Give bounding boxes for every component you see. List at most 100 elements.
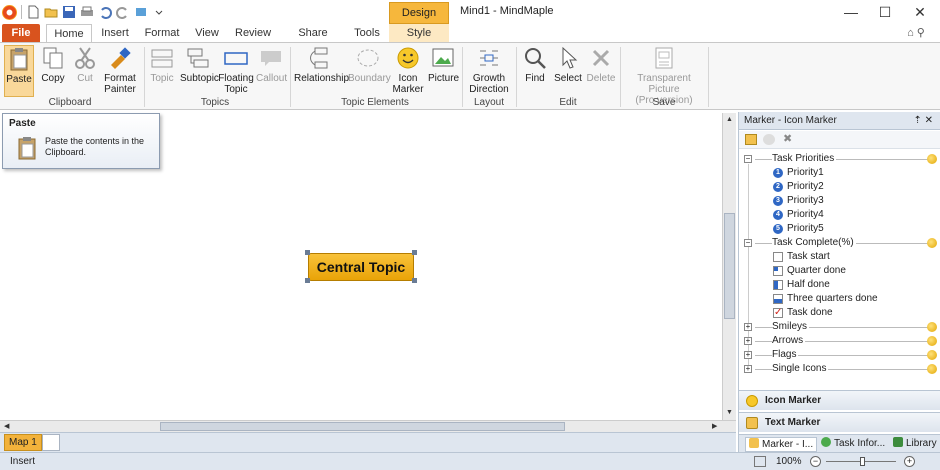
category-single-icons[interactable]: + Single Icons [739, 362, 939, 376]
cut-label: Cut [77, 73, 93, 84]
resize-handle[interactable] [305, 278, 310, 283]
select-button[interactable]: Select [552, 45, 584, 84]
zoom-in-button[interactable]: + [904, 456, 915, 467]
zoom-slider-thumb[interactable] [860, 457, 865, 466]
vertical-scrollbar[interactable]: ▲ ▼ [722, 113, 736, 420]
copy-button[interactable]: Copy [38, 45, 68, 84]
tab-insert[interactable]: Insert [98, 24, 132, 42]
list-item[interactable]: Half done [739, 278, 939, 292]
zoom-out-button[interactable]: − [810, 456, 821, 467]
undo-icon[interactable] [98, 5, 112, 19]
section-icon-marker[interactable]: Icon Marker [739, 390, 940, 410]
list-item[interactable]: 1 Priority1 [739, 166, 939, 180]
growth-direction-label-2: Direction [469, 84, 509, 95]
resize-handle[interactable] [412, 278, 417, 283]
relationship-button[interactable]: Relationship [294, 45, 349, 84]
resize-handle[interactable] [305, 250, 310, 255]
minimize-button[interactable]: — [836, 2, 866, 22]
panel-tab-marker[interactable]: Marker - I... [745, 437, 818, 452]
new-map-tab-icon[interactable] [42, 434, 60, 451]
print-icon[interactable] [80, 5, 94, 19]
find-button[interactable]: Find [520, 45, 550, 84]
floating-topic-label: Floating [218, 73, 254, 84]
category-task-priorities[interactable]: − Task Priorities [739, 152, 939, 166]
panel-title: Marker - Icon Marker [744, 115, 837, 126]
delete-marker-icon[interactable]: ✖ [783, 132, 792, 145]
delete-button[interactable]: Delete [586, 45, 616, 84]
cut-button[interactable]: Cut [72, 45, 98, 84]
expand-icon[interactable]: + [744, 351, 752, 359]
paintbrush-icon [111, 47, 131, 69]
new-document-icon[interactable] [26, 5, 40, 19]
fit-map-icon[interactable] [754, 456, 766, 467]
save-icon[interactable] [62, 5, 76, 19]
tab-review[interactable]: Review [235, 24, 271, 42]
customize-icon[interactable] [134, 5, 148, 19]
expand-icon[interactable]: + [744, 365, 752, 373]
panel-pin-close[interactable]: ⇡ ✕ [913, 112, 933, 130]
redo-icon[interactable] [116, 5, 130, 19]
floating-topic-button[interactable]: Floating Topic [218, 45, 254, 95]
resize-handle[interactable] [412, 250, 417, 255]
tab-view[interactable]: View [194, 24, 220, 42]
callout-button[interactable]: Callout [256, 45, 287, 84]
category-task-complete[interactable]: − Task Complete(%) [739, 236, 939, 250]
scroll-up-icon[interactable]: ▲ [726, 116, 733, 123]
tab-format[interactable]: Format [143, 24, 181, 42]
map-tab[interactable]: Map 1 [4, 434, 42, 451]
scroll-left-icon[interactable]: ◀ [4, 422, 9, 430]
tab-tools[interactable]: Tools [352, 24, 382, 42]
divider [290, 47, 291, 107]
app-logo-icon[interactable] [2, 4, 17, 20]
section-label: Text Marker [765, 417, 821, 428]
list-item[interactable]: 2 Priority2 [739, 180, 939, 194]
list-item[interactable]: ✓ Task done [739, 306, 939, 320]
list-item[interactable]: Three quarters done [739, 292, 939, 306]
scroll-right-icon[interactable]: ▶ [712, 422, 717, 430]
chevron-down-icon[interactable] [152, 5, 166, 19]
edit-marker-icon[interactable] [763, 134, 775, 145]
horizontal-scrollbar[interactable]: ◀ ▶ [0, 420, 736, 432]
picture-button[interactable]: Picture [428, 45, 459, 84]
category-arrows[interactable]: + Arrows [739, 334, 939, 348]
collapse-icon[interactable]: − [744, 155, 752, 163]
list-item[interactable]: Quarter done [739, 264, 939, 278]
tab-home[interactable]: Home [46, 24, 92, 42]
category-label: Smileys [772, 320, 810, 334]
expand-icon[interactable]: + [744, 323, 752, 331]
paste-button[interactable]: Paste [4, 45, 34, 97]
panel-tab-library[interactable]: Library [893, 437, 937, 452]
close-button[interactable]: ✕ [905, 2, 935, 22]
central-topic[interactable]: Central Topic [308, 253, 414, 281]
list-item[interactable]: Task start [739, 250, 939, 264]
list-item[interactable]: 4 Priority4 [739, 208, 939, 222]
open-folder-icon[interactable] [44, 5, 58, 19]
boundary-button[interactable]: Boundary [348, 45, 391, 84]
add-marker-icon[interactable] [745, 134, 757, 145]
section-text-marker[interactable]: Text Marker [739, 412, 940, 432]
format-painter-button[interactable]: Format Painter [102, 45, 138, 95]
maximize-button[interactable]: ☐ [870, 2, 900, 22]
scroll-thumb[interactable] [160, 422, 565, 431]
item-label: Task done [787, 307, 833, 318]
collapse-icon[interactable]: − [744, 239, 752, 247]
subtopic-button[interactable]: Subtopic [180, 45, 219, 84]
tab-style[interactable]: Style [389, 24, 449, 42]
icon-marker-label-2: Marker [392, 84, 424, 95]
category-flags[interactable]: + Flags [739, 348, 939, 362]
help-icon[interactable]: ⌂ ⚲ [896, 24, 936, 42]
list-item[interactable]: 3 Priority3 [739, 194, 939, 208]
list-item[interactable]: 5 Priority5 [739, 222, 939, 236]
scroll-down-icon[interactable]: ▼ [726, 409, 733, 416]
tab-share[interactable]: Share (Beta) [286, 24, 340, 57]
item-label: Priority2 [787, 181, 824, 192]
scroll-thumb[interactable] [724, 213, 735, 319]
growth-direction-button[interactable]: Growth Direction [466, 45, 512, 95]
tab-file[interactable]: File [2, 24, 40, 42]
category-smileys[interactable]: + Smileys [739, 320, 939, 334]
icon-marker-button[interactable]: Icon Marker [390, 45, 426, 95]
divider [21, 5, 22, 19]
expand-icon[interactable]: + [744, 337, 752, 345]
topic-button[interactable]: Topic [148, 45, 176, 84]
panel-tab-task-info[interactable]: Task Infor... [821, 437, 885, 452]
